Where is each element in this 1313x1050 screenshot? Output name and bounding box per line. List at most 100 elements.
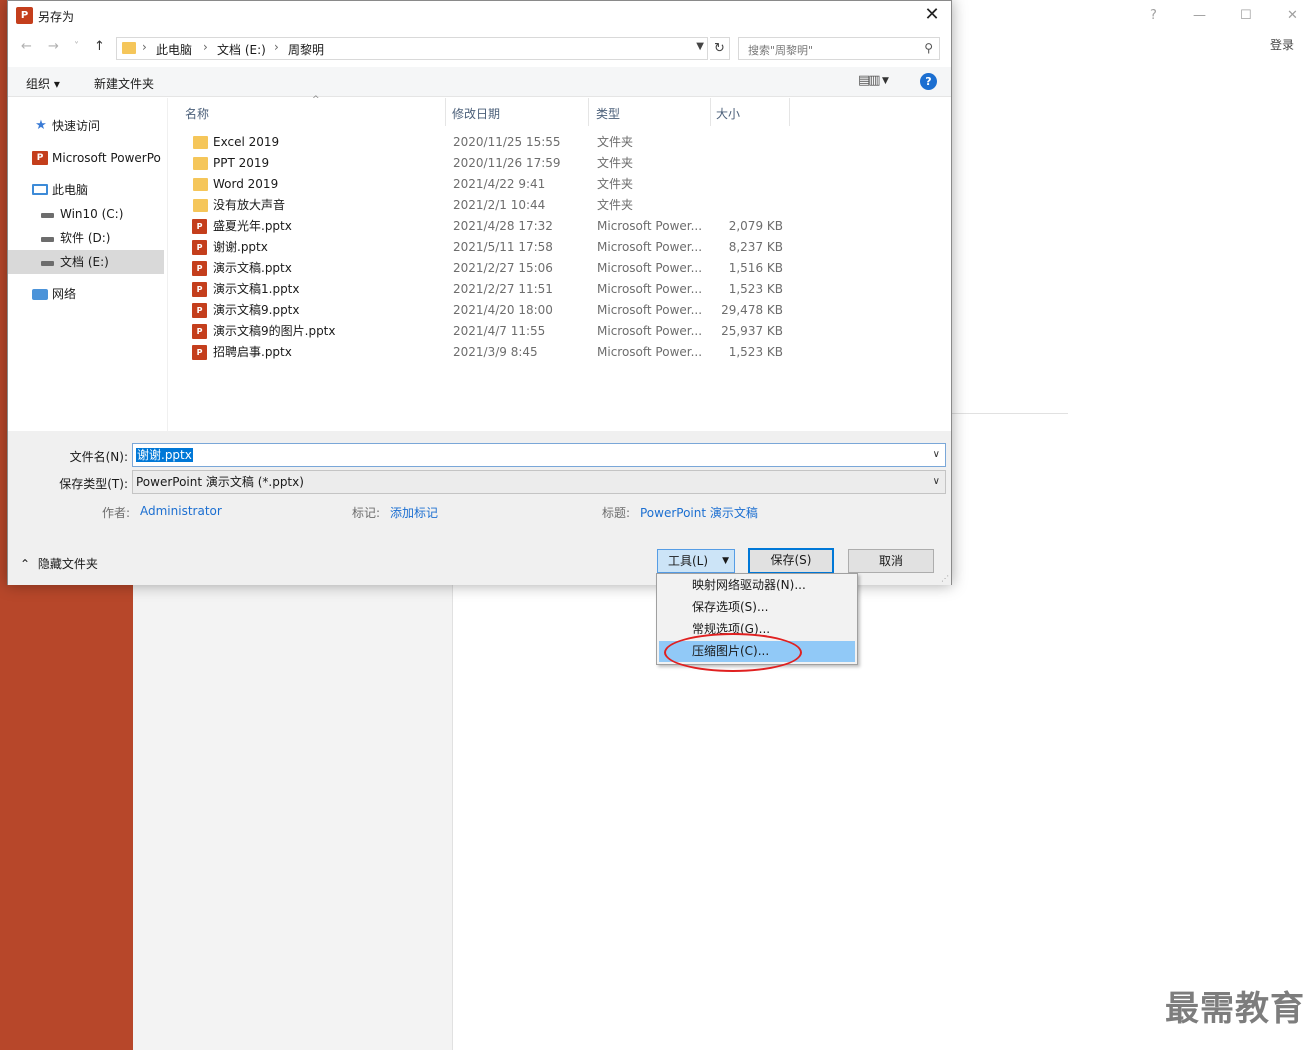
pptx-file-icon: P — [192, 282, 207, 297]
file-row[interactable]: P 招聘启事.pptx 2021/3/9 8:45 Microsoft Powe… — [185, 342, 785, 363]
file-row[interactable]: PPT 2019 2020/11/26 17:59 文件夹 — [185, 153, 785, 174]
chevron-down-icon[interactable]: ∨ — [933, 444, 940, 466]
pptx-file-icon: P — [192, 345, 207, 360]
save-as-dialog: P 另存为 ✕ ← → ˅ ↑ › 此电脑 › 文档 (E:) › 周黎明 ▼ … — [7, 0, 952, 585]
column-divider[interactable] — [588, 98, 589, 126]
dialog-close-button[interactable]: ✕ — [921, 4, 943, 26]
recent-locations-icon[interactable]: ˅ — [74, 41, 79, 52]
dialog-title: 另存为 — [38, 10, 75, 24]
file-row[interactable]: Word 2019 2021/4/22 9:41 文件夹 — [185, 174, 785, 195]
column-header-modified[interactable]: 修改日期 — [452, 105, 500, 122]
file-date: 2021/4/20 18:00 — [453, 303, 553, 317]
column-header-name[interactable]: 名称 — [185, 105, 209, 122]
menu-item-map-network-drive[interactable]: 映射网络驱动器(N)... — [659, 575, 855, 596]
file-row[interactable]: P 谢谢.pptx 2021/5/11 17:58 Microsoft Powe… — [185, 237, 785, 258]
chevron-up-icon: ⌃ — [20, 557, 31, 571]
file-row[interactable]: P 演示文稿9的图片.pptx 2021/4/7 11:55 Microsoft… — [185, 321, 785, 342]
folder-icon — [193, 178, 208, 191]
breadcrumb-this-pc[interactable]: 此电脑 — [156, 41, 192, 58]
help-icon[interactable]: ? — [920, 73, 937, 90]
file-date: 2020/11/25 15:55 — [453, 135, 561, 149]
command-bar: 组织 ▾ 新建文件夹 ▤▥ ▼ ? — [8, 67, 951, 97]
login-link[interactable]: 登录 — [1270, 36, 1294, 53]
filename-input[interactable]: 谢谢.pptx ∨ — [132, 443, 946, 467]
star-icon: ★ — [35, 118, 47, 133]
author-label: 作者: — [102, 506, 131, 520]
app-close-button[interactable]: ✕ — [1287, 8, 1298, 23]
cancel-button[interactable]: 取消 — [848, 549, 934, 573]
file-type: Microsoft Power... — [597, 303, 703, 317]
network-icon — [32, 289, 48, 300]
column-divider[interactable] — [789, 98, 790, 126]
sidebar-item-label: 软件 (D:) — [60, 231, 111, 245]
tools-button-label: 工具(L) — [668, 554, 709, 568]
folder-icon — [193, 157, 208, 170]
drive-icon — [41, 213, 54, 218]
resize-grip-icon[interactable]: ⋰ — [941, 574, 949, 583]
column-header-type[interactable]: 类型 — [596, 105, 620, 122]
filetype-label: 保存类型(T): — [59, 477, 128, 491]
search-input[interactable]: 搜索"周黎明" ⚲ — [738, 37, 940, 60]
app-maximize-button[interactable]: ☐ — [1240, 8, 1252, 23]
filetype-select[interactable]: PowerPoint 演示文稿 (*.pptx) ∨ — [132, 470, 946, 494]
file-row[interactable]: P 盛夏光年.pptx 2021/4/28 17:32 Microsoft Po… — [185, 216, 785, 237]
filetype-value: PowerPoint 演示文稿 (*.pptx) — [136, 475, 304, 489]
file-type: Microsoft Power... — [597, 240, 703, 254]
file-date: 2020/11/26 17:59 — [453, 156, 561, 170]
file-name: 演示文稿9的图片.pptx — [213, 324, 336, 338]
powerpoint-icon: P — [16, 7, 33, 24]
file-date: 2021/4/7 11:55 — [453, 324, 546, 338]
view-options-icon[interactable]: ▤▥ — [858, 73, 881, 88]
menu-item-save-options[interactable]: 保存选项(S)... — [659, 597, 855, 618]
watermark-logo: 最需教育 — [1165, 989, 1305, 1029]
breadcrumb-separator: › — [142, 40, 147, 54]
sidebar-item-label: 快速访问 — [52, 119, 101, 133]
file-type: Microsoft Power... — [597, 345, 703, 359]
file-type: 文件夹 — [597, 198, 634, 212]
app-minimize-button[interactable]: — — [1193, 8, 1206, 23]
chevron-down-icon[interactable]: ▼ — [696, 41, 704, 52]
column-divider[interactable] — [445, 98, 446, 126]
chevron-down-icon[interactable]: ∨ — [933, 471, 940, 493]
refresh-icon[interactable]: ↻ — [710, 37, 730, 60]
file-type: 文件夹 — [597, 135, 634, 149]
sidebar-item-drive-d[interactable]: 软件 (D:) — [8, 226, 164, 250]
file-name: 演示文稿.pptx — [213, 261, 292, 275]
annotation-circle — [664, 633, 802, 672]
file-row[interactable]: 没有放大声音 2021/2/1 10:44 文件夹 — [185, 195, 785, 216]
up-arrow-icon[interactable]: ↑ — [94, 39, 105, 54]
forward-arrow-icon[interactable]: → — [48, 39, 59, 54]
organize-button[interactable]: 组织 ▾ — [26, 75, 60, 92]
sidebar-item-quick-access[interactable]: ★ 快速访问 — [8, 114, 164, 138]
file-row[interactable]: P 演示文稿1.pptx 2021/2/27 11:51 Microsoft P… — [185, 279, 785, 300]
search-icon: ⚲ — [924, 41, 933, 55]
breadcrumb-drive-e[interactable]: 文档 (E:) — [217, 41, 266, 58]
save-button[interactable]: 保存(S) — [748, 548, 834, 574]
sidebar-item-network[interactable]: 网络 — [8, 282, 164, 306]
column-divider[interactable] — [710, 98, 711, 126]
chevron-down-icon[interactable]: ▼ — [882, 76, 889, 86]
drive-icon — [41, 237, 54, 242]
column-header-size[interactable]: 大小 — [716, 105, 740, 122]
app-help-button[interactable]: ? — [1150, 8, 1157, 23]
sidebar-item-drive-c[interactable]: Win10 (C:) — [8, 202, 164, 226]
title-field[interactable]: PowerPoint 演示文稿 — [640, 504, 758, 521]
back-arrow-icon[interactable]: ← — [21, 39, 32, 54]
breadcrumb-current-folder[interactable]: 周黎明 — [288, 41, 324, 58]
file-name: 谢谢.pptx — [213, 240, 268, 254]
sidebar-item-powerpoint[interactable]: P Microsoft PowerPo — [8, 146, 164, 170]
pptx-file-icon: P — [192, 303, 207, 318]
hide-folders-toggle[interactable]: ⌃ 隐藏文件夹 — [20, 555, 98, 572]
sidebar-item-this-pc[interactable]: 此电脑 — [8, 178, 164, 202]
address-bar[interactable]: › 此电脑 › 文档 (E:) › 周黎明 ▼ — [116, 37, 708, 60]
sidebar-item-drive-e[interactable]: 文档 (E:) — [8, 250, 164, 274]
tags-field[interactable]: 添加标记 — [390, 504, 438, 521]
file-row[interactable]: Excel 2019 2020/11/25 15:55 文件夹 — [185, 132, 785, 153]
tools-button[interactable]: 工具(L) ▼ — [657, 549, 735, 573]
file-date: 2021/4/22 9:41 — [453, 177, 546, 191]
file-row[interactable]: P 演示文稿9.pptx 2021/4/20 18:00 Microsoft P… — [185, 300, 785, 321]
file-size: 1,523 KB — [728, 345, 783, 359]
new-folder-button[interactable]: 新建文件夹 — [94, 75, 154, 92]
author-field[interactable]: Administrator — [140, 504, 222, 518]
file-row[interactable]: P 演示文稿.pptx 2021/2/27 15:06 Microsoft Po… — [185, 258, 785, 279]
